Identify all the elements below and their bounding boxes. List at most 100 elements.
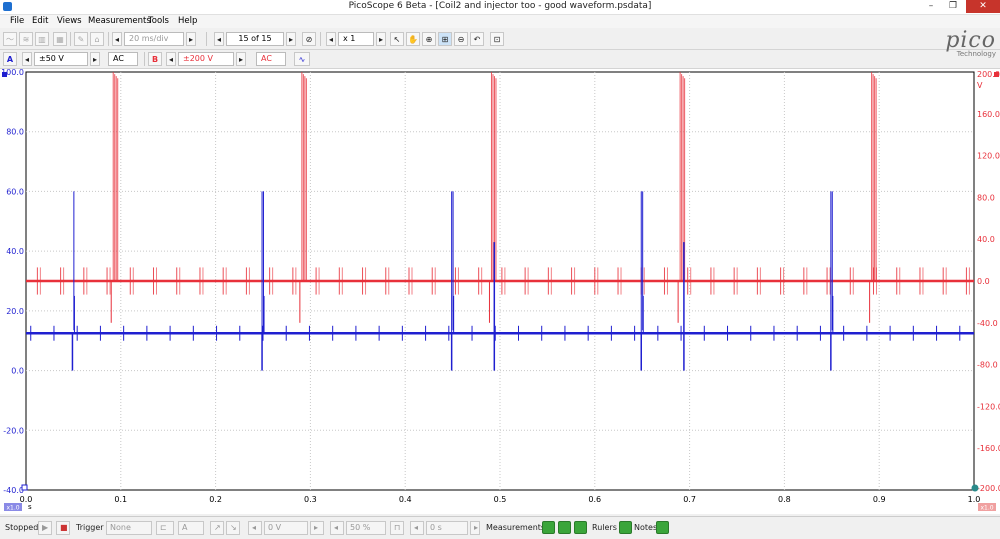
range-b-right-icon[interactable]: ▸	[236, 52, 246, 66]
scope-mode-icon[interactable]: 〜	[3, 32, 17, 46]
y-right-unit-label: V	[977, 81, 983, 90]
main-toolbar: 〜 ≋ ▥ ▦ ✎ ⌂ ◂ 20 ms/div ▸ ◂ 15 of 15 ▸ ⊘…	[0, 29, 1000, 50]
y-left-tick-label: -40.0	[3, 486, 24, 495]
zoom-out-icon[interactable]: ⊖	[454, 32, 468, 46]
x-tick-label: 0.1	[114, 495, 127, 504]
menu-help[interactable]: Help	[178, 16, 197, 26]
stop-icon[interactable]: ■	[56, 521, 70, 535]
zoom-area-icon[interactable]: ⊞	[438, 32, 452, 46]
status-bar: Stopped ▶ ■ Trigger None ⊏ A ↗ ↘ ◂ 0 V ▸…	[0, 516, 1000, 539]
y-right-tick-label: -160.0	[977, 444, 1000, 453]
range-b-select[interactable]: ±200 V	[178, 52, 234, 66]
y-right-tick-label: 120.0	[977, 152, 1000, 161]
falling-edge-icon[interactable]: ↘	[226, 521, 240, 535]
pretrigger-field[interactable]: 50 %	[346, 521, 386, 535]
menu-file[interactable]: File	[10, 16, 24, 26]
hand-icon[interactable]: ✋	[406, 32, 420, 46]
x-unit-label: s	[28, 503, 32, 511]
page-prev-icon[interactable]: ◂	[214, 32, 224, 46]
zoom-field[interactable]: x 1	[338, 32, 374, 46]
trigger-mode-select[interactable]: None	[106, 521, 152, 535]
x-tick-label: 1.0	[968, 495, 981, 504]
notes-icon[interactable]	[656, 521, 669, 534]
y-right-tick-label: -40.0	[977, 319, 998, 328]
y-right-tick-label: -120.0	[977, 402, 1000, 411]
math-channel-icon[interactable]: ∿	[294, 52, 310, 66]
menu-edit[interactable]: Edit	[32, 16, 48, 26]
coupling-a-select[interactable]: AC	[108, 52, 138, 66]
x-tick-label: 0.2	[209, 495, 222, 504]
timebase-select[interactable]: 20 ms/div	[124, 32, 184, 46]
rulers-label: Rulers	[592, 523, 617, 532]
percent-left-icon[interactable]: ◂	[330, 521, 344, 535]
y-right-tick-label: 40.0	[977, 235, 995, 244]
range-a-right-icon[interactable]: ▸	[90, 52, 100, 66]
threshold-field[interactable]: 0 V	[264, 521, 308, 535]
close-button[interactable]: ✕	[966, 0, 1000, 13]
spectrum-mode-icon[interactable]: ▦	[53, 32, 67, 46]
persistence-icon[interactable]: ≋	[19, 32, 33, 46]
x-tick-label: 0.9	[873, 495, 886, 504]
edit-measurement-icon[interactable]	[558, 521, 571, 534]
menu-views[interactable]: Views	[57, 16, 82, 26]
home-icon[interactable]: ⌂	[90, 32, 104, 46]
add-measurement-icon[interactable]	[542, 521, 555, 534]
threshold-right-icon[interactable]: ▸	[310, 521, 324, 535]
spectrum-icon[interactable]: ▥	[35, 32, 49, 46]
compass-icon[interactable]: ⊘	[302, 32, 316, 46]
undo-zoom-icon[interactable]: ↶	[470, 32, 484, 46]
pico-logo: pico Technology	[945, 28, 996, 59]
scope-view[interactable]: 0.0 0.1 0.2 0.3 0.4 0.5 0.6 0.7 0.8 0.9 1.0 s 100.0 8…	[0, 50, 1000, 514]
channel-a-button[interactable]: A	[3, 52, 17, 66]
range-a-left-icon[interactable]: ◂	[22, 52, 32, 66]
delay-right-icon[interactable]: ▸	[470, 521, 480, 535]
top-left-marker	[2, 72, 7, 77]
zoom-next-icon[interactable]: ▸	[376, 32, 386, 46]
delay-field[interactable]: 0 s	[426, 521, 468, 535]
delay-icon[interactable]: ⊓	[390, 521, 404, 535]
trigger-channel-select[interactable]: A	[178, 521, 204, 535]
x-tick-label: 0.5	[494, 495, 507, 504]
page-indicator: 15 of 15	[226, 32, 284, 46]
minimize-button[interactable]: –	[920, 0, 942, 13]
zoom-fit-icon[interactable]: ⊡	[490, 32, 504, 46]
x-tick-label: 0.7	[683, 495, 696, 504]
page-next-icon[interactable]: ▸	[286, 32, 296, 46]
rising-edge-icon[interactable]: ↗	[210, 521, 224, 535]
delay-left-icon[interactable]: ◂	[410, 521, 424, 535]
coupling-b-select[interactable]: AC	[256, 52, 286, 66]
timebase-left-icon[interactable]: ◂	[112, 32, 122, 46]
title-bar: PicoScope 6 Beta - [Coil2 and injector t…	[0, 0, 1000, 15]
x-tick-label: 0.4	[399, 495, 412, 504]
channel-b-button[interactable]: B	[148, 52, 162, 66]
zoom-prev-icon[interactable]: ◂	[326, 32, 336, 46]
trigger-icon[interactable]: ⊏	[156, 521, 174, 535]
pointer-icon[interactable]: ↖	[390, 32, 404, 46]
run-icon[interactable]: ▶	[38, 521, 52, 535]
y-right-tick-label: 80.0	[977, 193, 995, 202]
range-b-left-icon[interactable]: ◂	[166, 52, 176, 66]
y-left-tick-label: 80.0	[6, 128, 24, 137]
threshold-left-icon[interactable]: ◂	[248, 521, 262, 535]
y-left-tick-label: 40.0	[6, 247, 24, 256]
timebase-right-icon[interactable]: ▸	[186, 32, 196, 46]
zoom-in-icon[interactable]: ⊕	[422, 32, 436, 46]
probe-icon[interactable]: ✎	[74, 32, 88, 46]
waveform-chart[interactable]: 0.0 0.1 0.2 0.3 0.4 0.5 0.6 0.7 0.8 0.9 1.0s100.08…	[0, 50, 1000, 514]
delete-measurement-icon[interactable]	[574, 521, 587, 534]
menu-tools[interactable]: Tools	[148, 16, 169, 26]
y-left-tick-label: -20.0	[3, 426, 24, 435]
run-state: Stopped	[5, 523, 39, 532]
channel-toolbar: A ◂ ±50 V ▸ AC B ◂ ±200 V ▸ AC ∿	[0, 50, 1000, 69]
notes-label: Notes	[634, 523, 658, 532]
maximize-button[interactable]: ❐	[942, 0, 964, 13]
channel-a-tag-label: x1.0	[6, 505, 19, 512]
channel-b-tag-label: x1.0	[980, 505, 993, 512]
menu-bar: File Edit Views Measurements Tools Help	[0, 15, 1000, 28]
x-tick-label: 0.6	[588, 495, 601, 504]
x-tick-label: 0.8	[778, 495, 791, 504]
menu-measurements[interactable]: Measurements	[88, 16, 151, 26]
rulers-icon[interactable]	[619, 521, 632, 534]
range-a-select[interactable]: ±50 V	[34, 52, 88, 66]
y-right-tick-label: -200.0	[977, 484, 1000, 493]
